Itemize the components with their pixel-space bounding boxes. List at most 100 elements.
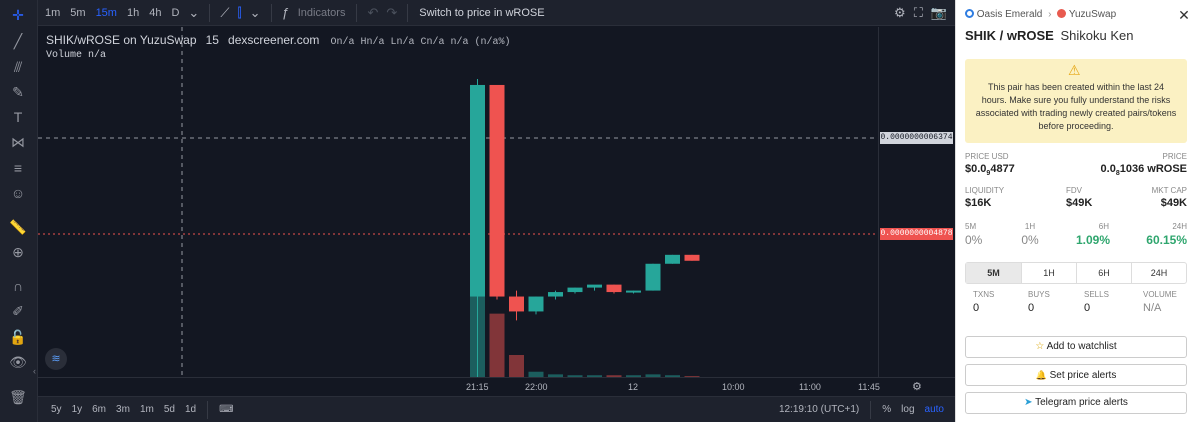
- fullscreen-icon[interactable]: ⛶: [910, 5, 927, 21]
- tab-6h[interactable]: 6H: [1076, 263, 1131, 283]
- stat-buys: BUYS 0: [1028, 290, 1050, 314]
- brush-icon[interactable]: ✎: [8, 82, 28, 102]
- time-tick: 10:00: [722, 382, 745, 392]
- trash-icon[interactable]: 🗑: [8, 387, 28, 407]
- volume-bar: [489, 313, 505, 377]
- range-6m[interactable]: 6m: [87, 404, 111, 415]
- lock-icon[interactable]: 🔓: [8, 327, 28, 347]
- warning-icon: ⚠: [1068, 62, 1081, 78]
- lock-drawing-icon[interactable]: ✐: [8, 301, 28, 321]
- time-tick: 12: [628, 382, 639, 392]
- range-1m[interactable]: 1m: [135, 404, 159, 415]
- change-value: 1.09%: [1076, 233, 1111, 247]
- range-5y[interactable]: 5y: [46, 404, 67, 415]
- timeframe-4h[interactable]: 4h: [144, 7, 166, 19]
- log-toggle[interactable]: log: [896, 404, 919, 415]
- timeframe-5m[interactable]: 5m: [65, 7, 90, 19]
- indicators-button[interactable]: Indicators: [293, 7, 351, 19]
- set-price-alerts-button[interactable]: 🔔 Set price alerts: [965, 364, 1187, 386]
- timeframe-1h[interactable]: 1h: [122, 7, 144, 19]
- ohlc-values: On/a Hn/a Ln/a Cn/a n/a (n/a%): [330, 37, 511, 48]
- stat-txns: TXNS 0: [973, 290, 994, 314]
- telegram-alerts-button[interactable]: ➤ Telegram price alerts: [965, 392, 1187, 414]
- mcap-label: MKT CAP: [1151, 186, 1187, 195]
- pattern-icon[interactable]: ⋈: [8, 132, 28, 152]
- switch-price-button[interactable]: Switch to price in wROSE: [414, 7, 549, 19]
- tab-1h[interactable]: 1H: [1021, 263, 1076, 283]
- redo-icon[interactable]: ↷: [382, 5, 401, 21]
- percent-toggle[interactable]: %: [877, 404, 896, 415]
- close-icon[interactable]: ✕: [1176, 7, 1192, 23]
- line-chart-icon[interactable]: ⟋: [216, 5, 233, 21]
- collapse-toolbar-icon[interactable]: ‹: [33, 366, 39, 378]
- candle-body: [645, 263, 661, 291]
- chain-link[interactable]: Oasis Emerald: [977, 9, 1043, 20]
- zoom-icon[interactable]: ⊕: [8, 242, 28, 262]
- time-axis[interactable]: 21:15 22:00 12 10:00 11:00 11:45 ⚙: [38, 377, 955, 395]
- timeframe-15m[interactable]: 15m: [91, 7, 122, 19]
- gear-icon[interactable]: ⚙: [890, 5, 910, 21]
- candle-body: [606, 284, 622, 293]
- text-icon[interactable]: T: [8, 107, 28, 127]
- timeframe-D[interactable]: D: [166, 7, 184, 19]
- price-label: PRICE: [1162, 152, 1187, 161]
- chart-plot-area[interactable]: [38, 27, 878, 377]
- pair-title: SHIK / wROSE: [965, 28, 1054, 43]
- fib-icon[interactable]: ⫻: [8, 57, 28, 77]
- eye-icon[interactable]: 👁: [8, 352, 28, 372]
- change-value: 60.15%: [1146, 233, 1187, 247]
- crosshair-icon[interactable]: ✛: [8, 5, 28, 25]
- oasis-icon: [965, 9, 974, 18]
- interval-label: 15: [205, 33, 219, 47]
- goto-date-icon[interactable]: ⌨: [214, 404, 238, 415]
- price-tag-current: 0.0000000004878: [880, 228, 953, 240]
- emoji-icon[interactable]: ☺: [8, 183, 28, 203]
- tab-5m[interactable]: 5M: [966, 263, 1021, 283]
- price-value: 0.081036 wROSE: [1101, 163, 1187, 177]
- measure-lines-icon[interactable]: ≡: [8, 158, 28, 178]
- range-3m[interactable]: 3m: [111, 404, 135, 415]
- logo-icon[interactable]: ≋: [45, 348, 67, 370]
- undo-icon[interactable]: ↶: [363, 5, 382, 21]
- stat-label: VOLUME: [1143, 290, 1177, 299]
- candlestick-chart[interactable]: [38, 27, 878, 377]
- time-tick: 21:15: [466, 382, 489, 392]
- range-1y[interactable]: 1y: [67, 404, 88, 415]
- pair-info-panel: Oasis Emerald › YuzuSwap ✕ SHIK / wROSE …: [955, 0, 1200, 422]
- tab-24h[interactable]: 24H: [1131, 263, 1186, 283]
- clock-label[interactable]: 12:19:10 (UTC+1): [774, 404, 864, 415]
- dex-link[interactable]: YuzuSwap: [1069, 9, 1116, 20]
- range-1d[interactable]: 1d: [180, 404, 201, 415]
- ruler-icon[interactable]: 📏: [8, 217, 28, 237]
- magnet-icon[interactable]: ∩: [8, 276, 28, 296]
- liquidity-block: LIQUIDITY $16K: [965, 186, 1004, 209]
- settings-icon[interactable]: ⚙: [912, 380, 922, 393]
- candle-body: [567, 287, 583, 293]
- chevron-down-icon[interactable]: ⌄: [246, 5, 265, 21]
- candle-body: [587, 284, 602, 288]
- candle-body: [665, 254, 680, 264]
- candles-icon[interactable]: ⫿: [233, 5, 245, 21]
- trendline-icon[interactable]: ╱: [8, 31, 28, 51]
- change-value: 0%: [1021, 233, 1039, 247]
- watchlist-label: Add to watchlist: [1046, 341, 1117, 352]
- warning-text: This pair has been created within the la…: [975, 82, 1177, 131]
- price-usd-value: $0.094877: [965, 163, 1015, 177]
- chevron-down-icon[interactable]: ⌄: [184, 5, 203, 21]
- stat-label: TXNS: [973, 290, 995, 299]
- stat-sells: SELLS 0: [1084, 290, 1109, 314]
- stat-value: 0: [973, 302, 980, 314]
- candle-body: [548, 292, 563, 297]
- price-axis[interactable]: [878, 27, 955, 377]
- chart-toolbar: 1m 5m 15m 1h 4h D ⌄ ⟋ ⫿ ⌄ ƒ Indicators ↶…: [0, 0, 955, 26]
- timeframe-1m[interactable]: 1m: [40, 7, 65, 19]
- add-watchlist-button[interactable]: ☆ Add to watchlist: [965, 336, 1187, 358]
- change-6h: 6H 1.09%: [1076, 222, 1111, 247]
- indicators-icon[interactable]: ƒ: [278, 5, 293, 20]
- auto-toggle[interactable]: auto: [920, 404, 949, 415]
- camera-icon[interactable]: 📷: [927, 5, 951, 21]
- mcap-block: MKT CAP $49K: [1152, 186, 1187, 209]
- change-5m: 5M 0%: [965, 222, 982, 247]
- range-5d[interactable]: 5d: [159, 404, 180, 415]
- mcap-value: $49K: [1160, 197, 1187, 209]
